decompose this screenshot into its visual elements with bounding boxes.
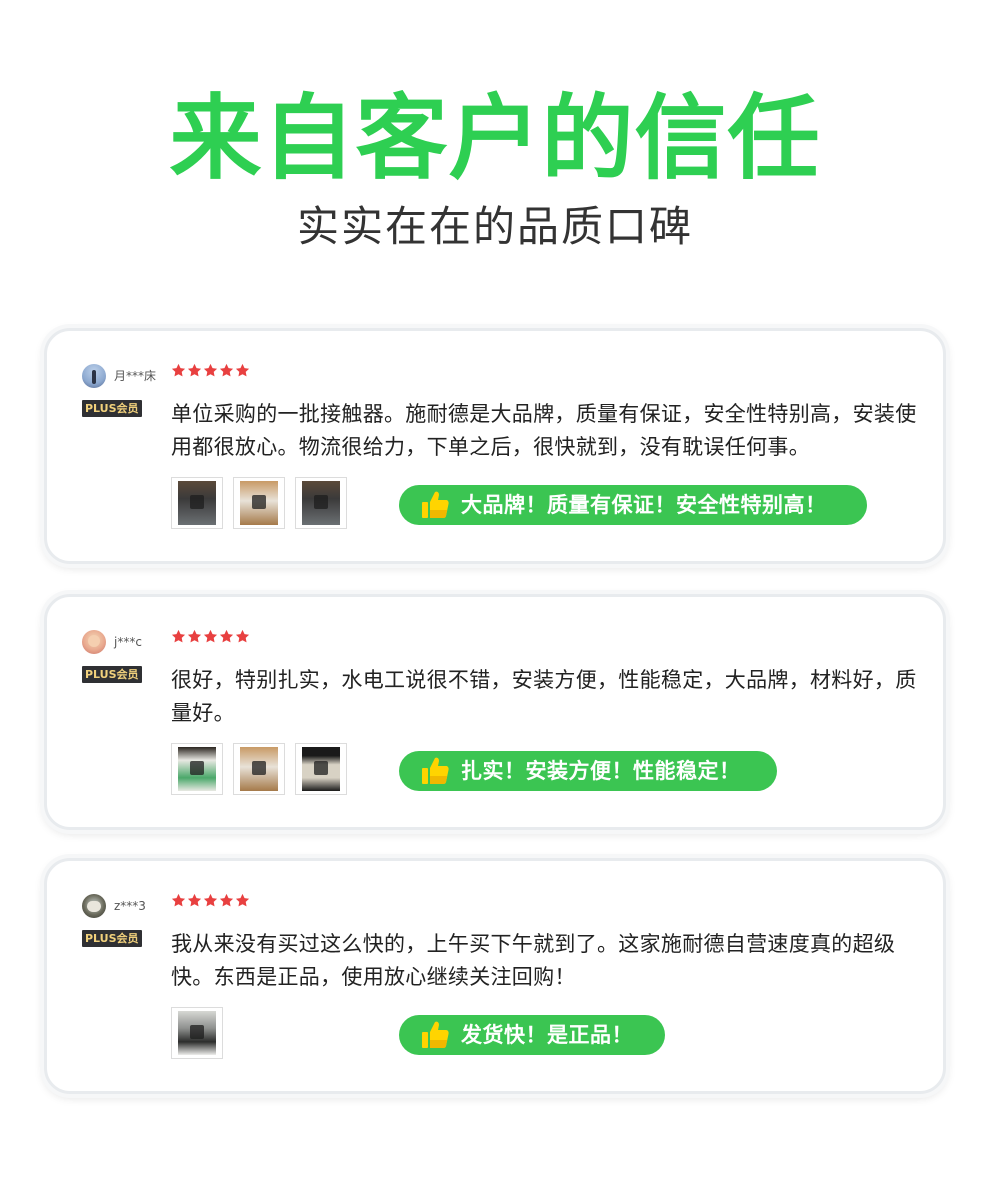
highlight-pill: 发货快！是正品！ <box>399 1015 665 1055</box>
review-photo-thumbnail[interactable] <box>171 477 223 529</box>
star-icon <box>203 363 218 377</box>
star-icon <box>187 629 202 643</box>
plus-member-badge: PLUS会员 <box>82 930 142 947</box>
review-text: 单位采购的一批接触器。施耐德是大品牌，质量有保证，安全性特别高，安装使用都很放心… <box>171 402 917 459</box>
review-photo-thumbnail[interactable] <box>233 477 285 529</box>
page-title: 来自客户的信任 <box>169 85 821 192</box>
review-photos <box>171 743 347 795</box>
review-photo-thumbnail[interactable] <box>295 743 347 795</box>
avatar[interactable] <box>82 894 106 918</box>
plus-member-badge: PLUS会员 <box>82 666 142 683</box>
thumbs-up-icon <box>422 1021 449 1048</box>
thumbs-up-icon <box>422 491 449 518</box>
star-icon <box>203 893 218 907</box>
reviewer-name: z***3 <box>114 899 146 913</box>
review-photo-thumbnail[interactable] <box>171 743 223 795</box>
review-photos <box>171 477 347 529</box>
highlight-text: 发货快！是正品！ <box>461 1023 633 1047</box>
review-card: 月***床 PLUS会员 单位采购的一批接触器。施耐德是大品牌，质量有保证，安全… <box>44 328 946 564</box>
avatar[interactable] <box>82 364 106 388</box>
star-icon <box>235 363 250 377</box>
star-rating <box>171 629 250 647</box>
reviewer-name: j***c <box>114 635 142 649</box>
star-icon <box>219 893 234 907</box>
page-subtitle: 实实在在的品质口碑 <box>296 202 693 251</box>
highlight-text: 扎实！安装方便！性能稳定！ <box>461 759 741 783</box>
review-photo-thumbnail[interactable] <box>295 477 347 529</box>
star-icon <box>187 363 202 377</box>
star-rating <box>171 893 250 911</box>
star-icon <box>187 893 202 907</box>
review-text: 很好，特别扎实，水电工说很不错，安装方便，性能稳定，大品牌，材料好，质量好。 <box>171 668 917 725</box>
star-rating <box>171 363 250 381</box>
star-icon <box>171 893 186 907</box>
review-card: j***c PLUS会员 很好，特别扎实，水电工说很不错，安装方便，性能稳定，大… <box>44 594 946 830</box>
review-photo-thumbnail[interactable] <box>233 743 285 795</box>
plus-member-badge: PLUS会员 <box>82 400 142 417</box>
review-text: 我从来没有买过这么快的，上午买下午就到了。这家施耐德自营速度真的超级快。东西是正… <box>171 932 896 989</box>
star-icon <box>235 629 250 643</box>
avatar[interactable] <box>82 630 106 654</box>
review-photo-thumbnail[interactable] <box>171 1007 223 1059</box>
highlight-pill: 扎实！安装方便！性能稳定！ <box>399 751 777 791</box>
star-icon <box>203 629 218 643</box>
thumbs-up-icon <box>422 757 449 784</box>
highlight-pill: 大品牌！质量有保证！安全性特别高！ <box>399 485 867 525</box>
star-icon <box>235 893 250 907</box>
review-photos <box>171 1007 223 1059</box>
star-icon <box>219 629 234 643</box>
review-card: z***3 PLUS会员 我从来没有买过这么快的，上午买下午就到了。这家施耐德自… <box>44 858 946 1094</box>
reviewer-name: 月***床 <box>114 369 157 383</box>
star-icon <box>171 629 186 643</box>
highlight-text: 大品牌！质量有保证！安全性特别高！ <box>461 493 827 517</box>
star-icon <box>219 363 234 377</box>
star-icon <box>171 363 186 377</box>
